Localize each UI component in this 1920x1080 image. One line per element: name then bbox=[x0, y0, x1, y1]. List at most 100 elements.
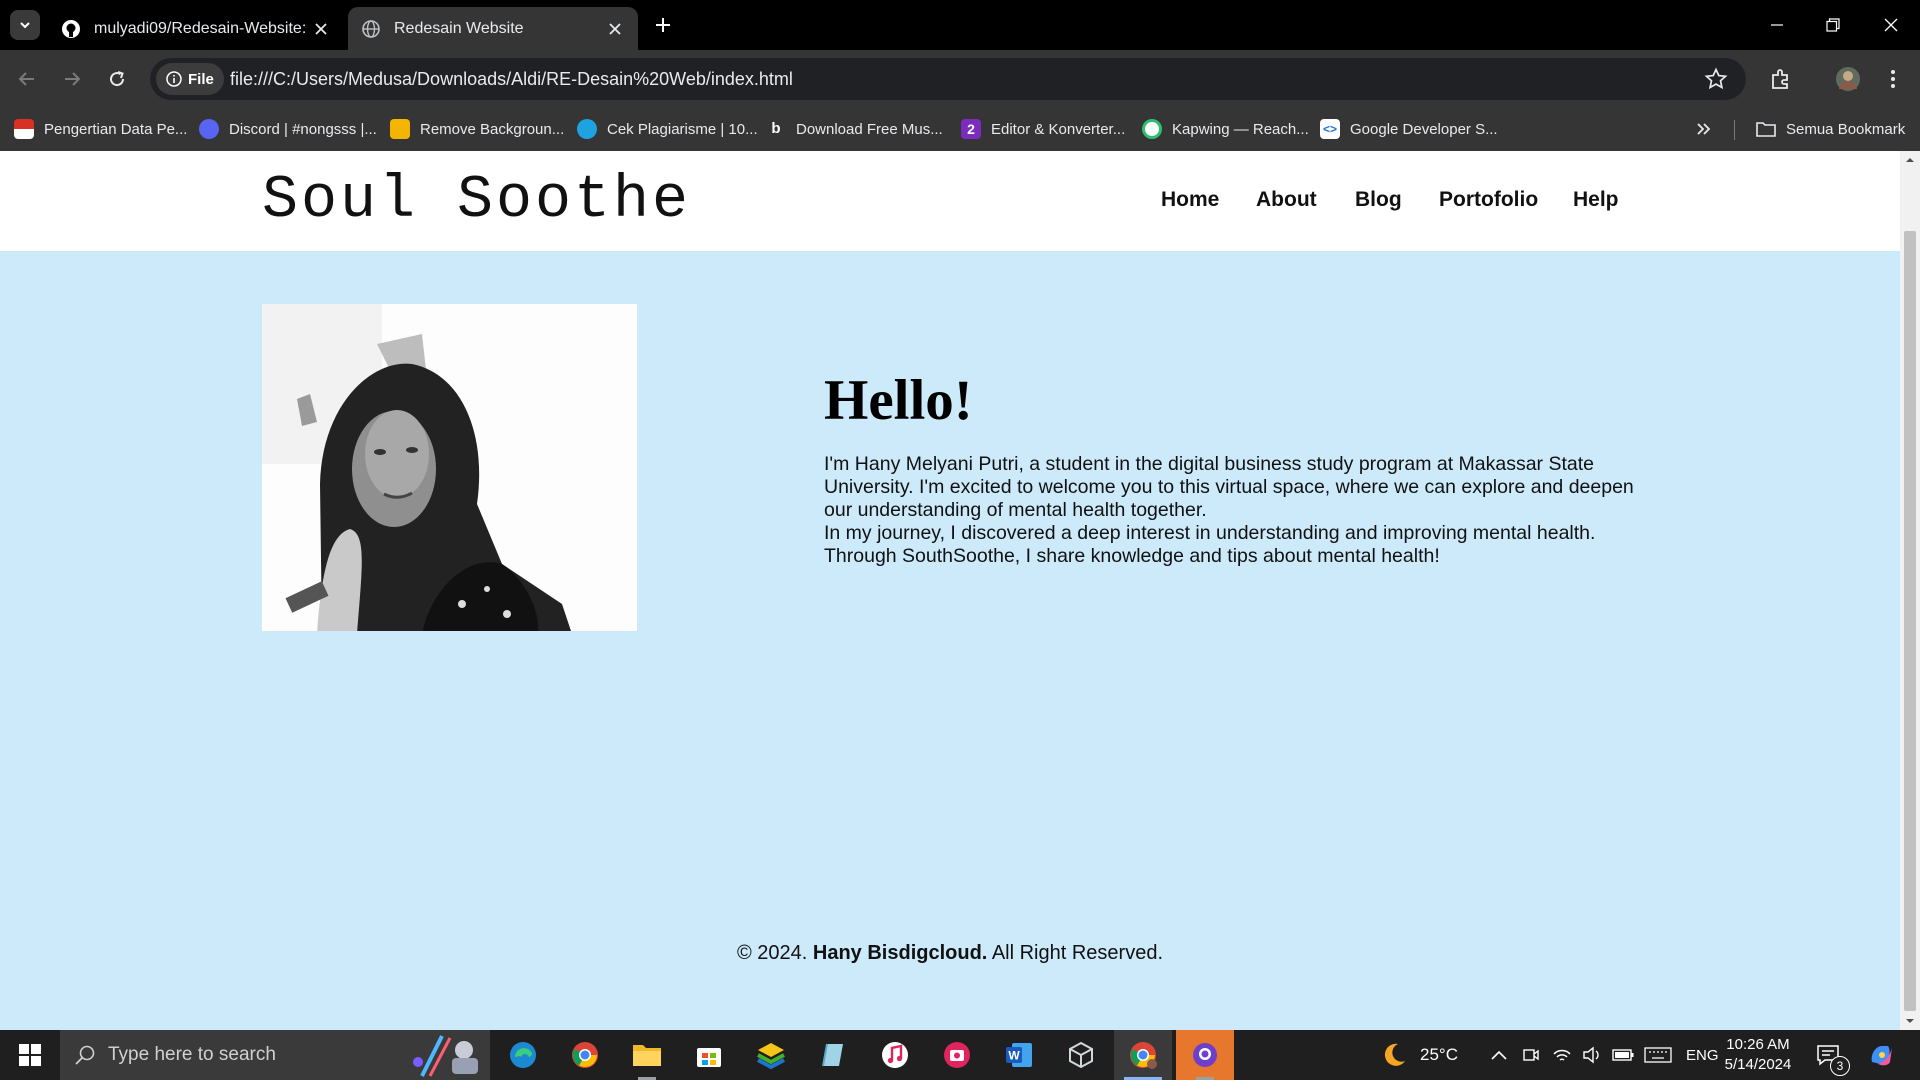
chrome-icon bbox=[1130, 1042, 1157, 1069]
nav-home[interactable]: Home bbox=[1161, 188, 1219, 212]
folder-icon bbox=[1756, 122, 1776, 137]
nav-blog[interactable]: Blog bbox=[1355, 188, 1402, 212]
tab-github[interactable]: mulyadi09/Redesain-Website: T bbox=[48, 7, 344, 50]
camera-app[interactable] bbox=[928, 1030, 986, 1080]
chevron-down-icon bbox=[20, 22, 30, 29]
close-window-button[interactable] bbox=[1876, 10, 1906, 40]
moon-icon bbox=[1384, 1043, 1405, 1066]
all-bookmarks-button[interactable]: Semua Bookmark bbox=[1756, 116, 1905, 142]
layers-icon bbox=[757, 1043, 785, 1070]
virtualbox-app[interactable] bbox=[1052, 1030, 1110, 1080]
edge-app[interactable] bbox=[494, 1030, 552, 1080]
svg-text:W: W bbox=[1008, 1049, 1020, 1063]
site-header: Soul Soothe Home About Blog Portofolio H… bbox=[0, 151, 1900, 251]
extensions-button[interactable] bbox=[1766, 64, 1796, 94]
arrow-right-icon bbox=[65, 72, 81, 86]
chevron-up-icon[interactable] bbox=[1490, 1049, 1508, 1061]
nav-help[interactable]: Help bbox=[1573, 188, 1619, 212]
bookmark-star-icon[interactable] bbox=[1704, 67, 1728, 91]
taskbar-search-box[interactable]: Type here to search bbox=[60, 1030, 490, 1080]
tab-redesain[interactable]: Redesain Website bbox=[348, 7, 638, 50]
remove-bg-icon bbox=[390, 119, 410, 139]
volume-icon[interactable] bbox=[1582, 1046, 1602, 1064]
scroll-up-icon[interactable] bbox=[1900, 153, 1920, 167]
tab-strip: mulyadi09/Redesain-Website: T Redesain W… bbox=[0, 0, 1920, 50]
restore-button[interactable] bbox=[1818, 10, 1848, 40]
scroll-down-icon[interactable] bbox=[1900, 1014, 1920, 1028]
site-info-chip[interactable]: File bbox=[156, 63, 224, 95]
puzzle-icon bbox=[1772, 69, 1788, 89]
copilot-icon bbox=[1871, 1046, 1892, 1066]
double-chevron-right-icon bbox=[1697, 123, 1711, 135]
nav-portofolio[interactable]: Portofolio bbox=[1439, 188, 1538, 212]
menu-button[interactable] bbox=[1878, 64, 1908, 94]
profile-avatar[interactable] bbox=[1833, 64, 1863, 94]
bookmark-item[interactable]: <> Google Developer S... bbox=[1320, 116, 1498, 142]
back-button[interactable] bbox=[12, 64, 42, 94]
chrome-app[interactable] bbox=[556, 1030, 614, 1080]
new-tab-button[interactable] bbox=[650, 12, 676, 38]
bookmark-item[interactable]: Cek Plagiarisme | 10... bbox=[577, 116, 758, 142]
windows-taskbar: Type here to search W 25°C ENG 10:26 AM … bbox=[0, 1030, 1920, 1080]
google-developers-icon: <> bbox=[1320, 119, 1340, 139]
close-icon[interactable] bbox=[310, 18, 332, 40]
github-desktop-app[interactable] bbox=[1176, 1030, 1234, 1080]
wifi-icon[interactable] bbox=[1552, 1046, 1572, 1064]
footer-copyright: © 2024. bbox=[736, 942, 813, 964]
bookmark-item[interactable]: Pengertian Data Pe... bbox=[14, 116, 187, 142]
camera-icon bbox=[944, 1042, 970, 1068]
start-button[interactable] bbox=[0, 1030, 60, 1080]
battery-icon[interactable] bbox=[1612, 1048, 1634, 1062]
globe-icon bbox=[360, 18, 382, 40]
taskbar-clock[interactable]: 10:26 AM 5/14/2024 bbox=[1710, 1035, 1806, 1075]
search-icon bbox=[75, 1045, 95, 1065]
arrow-left-icon bbox=[18, 72, 34, 86]
copilot-button[interactable] bbox=[1866, 1030, 1896, 1080]
bookmark-label: Download Free Mus... bbox=[796, 120, 943, 138]
bookmark-item[interactable]: Kapwing — Reach... bbox=[1142, 116, 1309, 142]
chrome-icon bbox=[572, 1042, 598, 1068]
bio-paragraph: I'm Hany Melyani Putri, a student in the… bbox=[824, 453, 1634, 521]
itunes-app[interactable] bbox=[866, 1030, 924, 1080]
tab-title: Redesain Website bbox=[394, 19, 524, 37]
notes-app[interactable] bbox=[804, 1030, 862, 1080]
notification-center-button[interactable]: 3 bbox=[1816, 1030, 1850, 1080]
bookmark-item[interactable]: Discord | #nongsss |... bbox=[199, 116, 377, 142]
word-app[interactable]: W bbox=[990, 1030, 1048, 1080]
keyboard-icon[interactable] bbox=[1644, 1046, 1672, 1064]
weather-widget[interactable]: 25°C bbox=[1380, 1030, 1458, 1080]
url-text[interactable]: file:///C:/Users/Medusa/Downloads/Aldi/R… bbox=[230, 69, 793, 90]
bookmark-divider bbox=[1734, 120, 1735, 140]
bluestacks-app[interactable] bbox=[742, 1030, 800, 1080]
word-icon: W bbox=[1006, 1043, 1032, 1067]
page-scrollbar[interactable] bbox=[1900, 151, 1920, 1030]
close-icon bbox=[1884, 18, 1898, 32]
avatar-icon bbox=[1836, 67, 1860, 91]
tab-search-button[interactable] bbox=[10, 10, 40, 40]
reload-button[interactable] bbox=[102, 64, 132, 94]
file-explorer-app[interactable] bbox=[618, 1030, 676, 1080]
bio-paragraph: In my journey, I discovered a deep inter… bbox=[824, 522, 1596, 567]
kebab-menu-icon bbox=[1891, 70, 1895, 88]
bookmark-item[interactable]: 2 Editor & Konverter... bbox=[961, 116, 1125, 142]
close-icon[interactable] bbox=[604, 18, 626, 40]
plagiarism-icon bbox=[577, 119, 597, 139]
bookmark-label: Cek Plagiarisme | 10... bbox=[607, 120, 758, 138]
chrome-profile-app[interactable] bbox=[1114, 1030, 1172, 1080]
address-bar[interactable]: File file:///C:/Users/Medusa/Downloads/A… bbox=[150, 58, 1746, 100]
nav-about[interactable]: About bbox=[1256, 188, 1317, 212]
bookmark-item[interactable]: b Download Free Mus... bbox=[766, 116, 943, 142]
scroll-thumb[interactable] bbox=[1904, 231, 1916, 1011]
minimize-button[interactable] bbox=[1762, 10, 1792, 40]
browser-toolbar: File file:///C:/Users/Medusa/Downloads/A… bbox=[0, 50, 1920, 108]
meet-icon[interactable] bbox=[1522, 1046, 1540, 1064]
bookmark-item[interactable]: Remove Backgroun... bbox=[390, 116, 564, 142]
music-note-icon bbox=[882, 1042, 908, 1068]
more-bookmarks-button[interactable] bbox=[1696, 116, 1712, 142]
store-app[interactable] bbox=[680, 1030, 738, 1080]
forward-button[interactable] bbox=[57, 64, 87, 94]
site-logo[interactable]: Soul Soothe bbox=[262, 167, 691, 235]
discord-icon bbox=[199, 119, 219, 139]
cube-icon bbox=[1069, 1041, 1093, 1069]
converter-icon: 2 bbox=[961, 119, 981, 139]
